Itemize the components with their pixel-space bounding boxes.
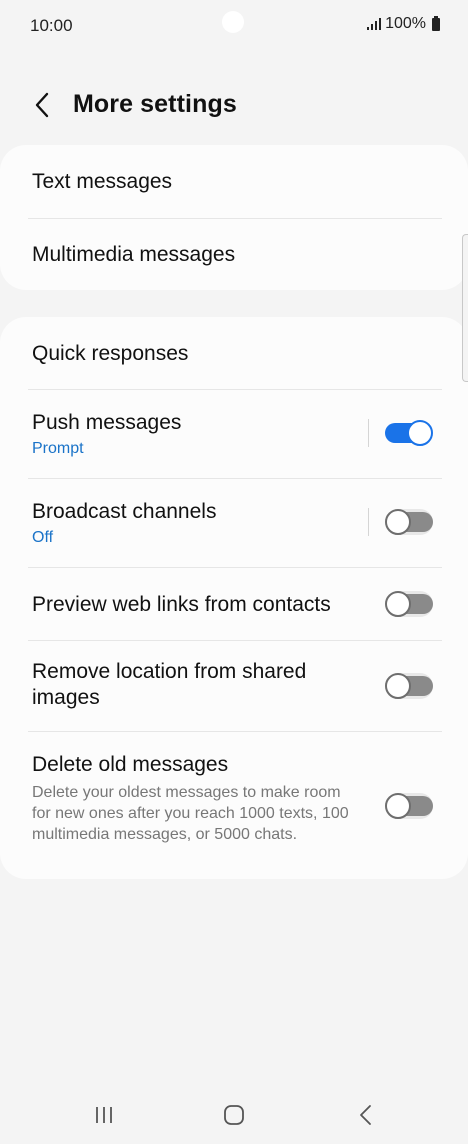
push-messages-status: Prompt xyxy=(32,440,84,457)
multimedia-messages-label: Multimedia messages xyxy=(32,243,236,266)
home-button[interactable] xyxy=(214,1100,254,1130)
home-icon xyxy=(224,1105,244,1125)
push-messages-toggle[interactable] xyxy=(385,420,433,446)
message-options-card: Quick responses Push messages Prompt Bro… xyxy=(0,317,468,879)
toggle-knob xyxy=(385,793,411,819)
back-icon xyxy=(360,1105,371,1125)
recents-button[interactable] xyxy=(84,1100,124,1130)
broadcast-channels-status: Off xyxy=(32,529,54,546)
preview-web-links-item[interactable]: Preview web links from contacts xyxy=(0,568,468,640)
broadcast-channels-item[interactable]: Broadcast channels Off xyxy=(0,479,468,567)
push-messages-item[interactable]: Push messages Prompt xyxy=(0,390,468,478)
toggle-knob xyxy=(407,420,433,446)
status-time: 10:00 xyxy=(30,16,73,35)
toggle-knob xyxy=(385,673,411,699)
back-arrow-icon xyxy=(35,92,49,118)
messages-type-card: Text messages Multimedia messages xyxy=(0,145,468,290)
quick-responses-item[interactable]: Quick responses xyxy=(0,317,468,389)
broadcast-channels-label: Broadcast channels xyxy=(32,500,217,523)
scrollbar-handle[interactable] xyxy=(462,234,468,382)
preview-web-links-toggle[interactable] xyxy=(385,591,433,617)
multimedia-messages-item[interactable]: Multimedia messages xyxy=(0,219,468,290)
text-messages-item[interactable]: Text messages xyxy=(0,145,468,218)
vertical-separator xyxy=(368,508,369,536)
toggle-knob xyxy=(385,591,411,617)
battery-icon xyxy=(432,15,440,31)
push-messages-label: Push messages xyxy=(32,411,182,434)
vertical-separator xyxy=(368,419,369,447)
remove-location-item[interactable]: Remove location from shared images xyxy=(0,641,468,731)
remove-location-toggle[interactable] xyxy=(385,673,433,699)
page-title: More settings xyxy=(73,90,237,118)
quick-responses-label: Quick responses xyxy=(32,342,189,365)
delete-old-messages-label: Delete old messages xyxy=(32,753,229,776)
battery-percent: 100% xyxy=(385,15,426,32)
remove-location-label: Remove location from shared images xyxy=(32,660,307,709)
phone-screen: 10:00 100% More settings Text messages M… xyxy=(0,0,468,1144)
preview-web-links-label: Preview web links from contacts xyxy=(32,593,331,616)
signal-icon xyxy=(367,18,382,30)
status-bar: 10:00 100% xyxy=(0,0,468,50)
camera-cutout xyxy=(222,11,244,33)
status-indicators: 100% xyxy=(367,15,440,33)
delete-old-messages-description: Delete your oldest messages to make room… xyxy=(32,784,349,843)
header: More settings xyxy=(0,78,468,132)
recents-icon xyxy=(96,1107,112,1123)
text-messages-label: Text messages xyxy=(32,170,173,193)
nav-back-button[interactable] xyxy=(346,1100,386,1130)
delete-old-messages-item[interactable]: Delete old messages Delete your oldest m… xyxy=(0,732,468,879)
broadcast-channels-toggle[interactable] xyxy=(385,509,433,535)
delete-old-messages-toggle[interactable] xyxy=(385,793,433,819)
toggle-knob xyxy=(385,509,411,535)
back-button[interactable] xyxy=(28,90,56,120)
navigation-bar xyxy=(0,1084,468,1144)
